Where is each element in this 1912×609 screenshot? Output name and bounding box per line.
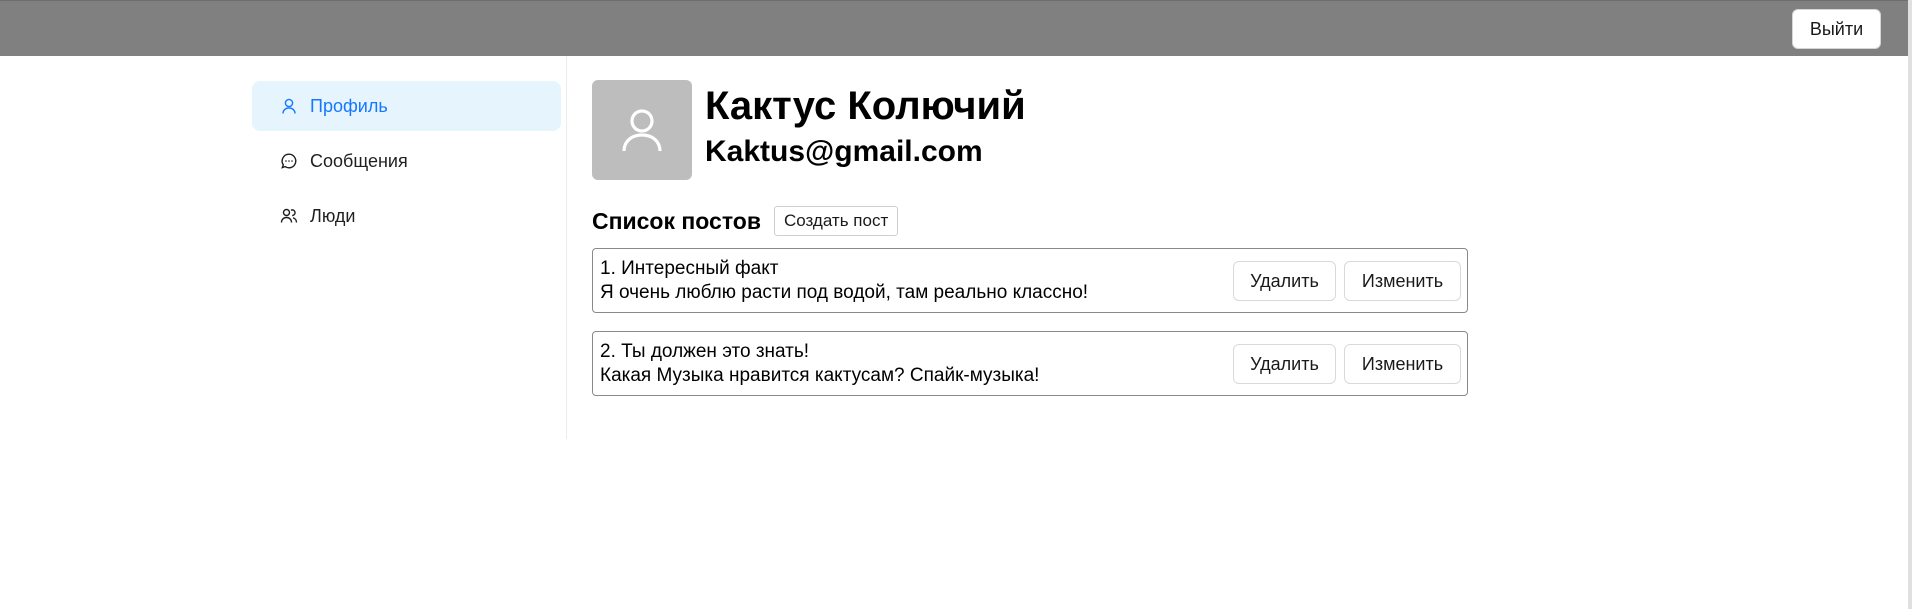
people-icon [280,207,298,225]
edit-post-button[interactable]: Изменить [1344,261,1461,301]
sidebar-item-profile[interactable]: Профиль [252,81,561,131]
sidebar-item-people[interactable]: Люди [252,191,561,241]
create-post-button[interactable]: Создать пост [773,206,899,236]
profile-name: Кактус Колючий [705,84,1026,128]
post-card: 2. Ты должен это знать! Какая Музыка нра… [592,331,1468,396]
edit-post-button[interactable]: Изменить [1344,344,1461,384]
top-bar: Выйти [0,0,1908,56]
post-actions: Удалить Изменить [1233,261,1461,301]
posts-title: Список постов [592,207,761,234]
posts-header: Список постов Создать пост [592,206,1468,236]
post-card: 1. Интересный факт Я очень люблю расти п… [592,248,1468,313]
post-actions: Удалить Изменить [1233,344,1461,384]
sidebar: Профиль Сообщения Люди [252,56,567,439]
avatar-placeholder-icon [622,109,662,152]
page: Выйти Профиль Сообщения Люди Кактус Колю… [0,0,1912,609]
sidebar-item-label: Сообщения [310,150,408,171]
sidebar-item-messages[interactable]: Сообщения [252,136,561,186]
profile-header: Кактус Колючий Kaktus@gmail.com [592,80,1468,180]
profile-email: Kaktus@gmail.com [705,135,983,168]
message-icon [280,152,298,170]
sidebar-item-label: Люди [310,205,356,226]
logout-button[interactable]: Выйти [1792,9,1881,49]
delete-post-button[interactable]: Удалить [1233,344,1336,384]
main-content: Кактус Колючий Kaktus@gmail.com Список п… [592,80,1468,396]
user-icon [280,97,298,115]
delete-post-button[interactable]: Удалить [1233,261,1336,301]
avatar [592,80,692,180]
sidebar-item-label: Профиль [310,95,388,116]
scrollbar[interactable] [1908,0,1912,609]
profile-info: Кактус Колючий Kaktus@gmail.com [705,80,1026,170]
